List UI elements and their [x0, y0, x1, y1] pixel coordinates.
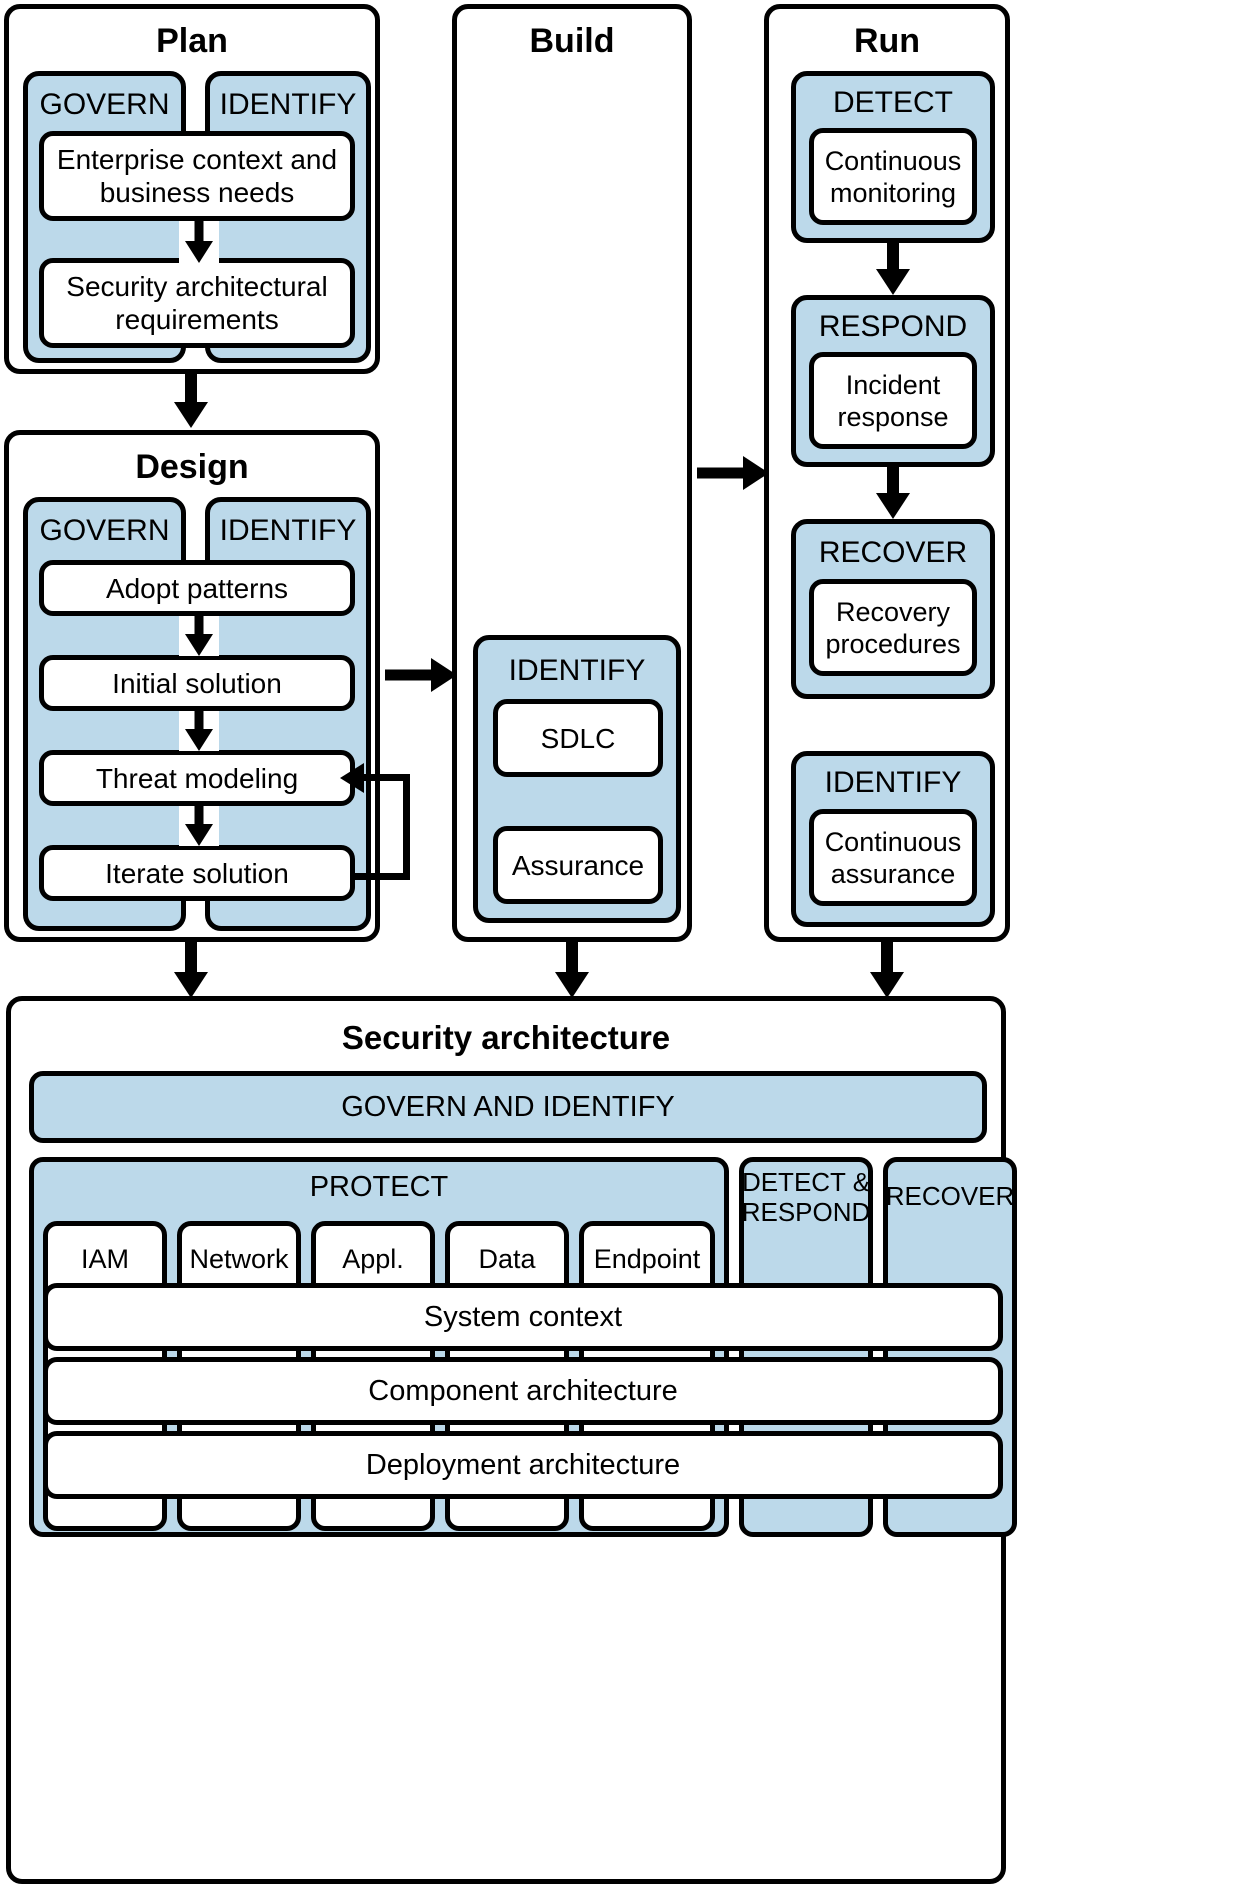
run-identify-item: Continuous assurance — [809, 809, 977, 906]
column-recover-label: RECOVER — [885, 1181, 1015, 1211]
design-feedback-loop — [340, 763, 410, 880]
phase-plan: Plan GOVERN IDENTIFY Enterprise context … — [4, 4, 380, 374]
security-architecture-panel: Security architecture GOVERN AND IDENTIF… — [6, 996, 1017, 1884]
phase-run: Run DETECT Continuous monitoring RESPOND… — [764, 4, 1010, 942]
design-govern-label: GOVERN — [39, 514, 170, 547]
arrow-design-to-architecture — [170, 942, 212, 998]
arrow-design-to-build — [385, 657, 457, 693]
phase-design-title: Design — [135, 448, 249, 486]
column-protect-label: PROTECT — [309, 1171, 449, 1203]
run-detect-item: Continuous monitoring — [809, 128, 977, 225]
pillar-network-label: Network — [189, 1244, 289, 1274]
run-detect-label: DETECT — [833, 86, 953, 119]
govern-and-identify-band: GOVERN AND IDENTIFY — [29, 1071, 987, 1143]
run-respond-label: RESPOND — [818, 310, 968, 343]
column-detect-respond-label: DETECT & RESPOND — [741, 1167, 871, 1227]
arrow-build-to-architecture — [551, 942, 593, 998]
design-step-arrow-2 — [179, 711, 219, 751]
design-step-1: Adopt patterns — [39, 560, 355, 616]
phase-build: Build IDENTIFY SDLC Assurance — [452, 4, 692, 942]
phase-design: Design GOVERN IDENTIFY Adopt patterns In… — [4, 430, 380, 942]
security-architecture-title: Security architecture — [341, 1019, 671, 1056]
design-step-3: Threat modeling — [39, 750, 355, 806]
pillar-endpoint-label: Endpoint — [593, 1244, 701, 1274]
design-step-arrow-1 — [179, 616, 219, 656]
design-identify-label: IDENTIFY — [219, 514, 357, 547]
plan-step-2: Security architectural requirements — [39, 258, 355, 348]
plan-govern-label: GOVERN — [39, 88, 170, 121]
layer-deployment-architecture: Deployment architecture — [43, 1431, 1003, 1499]
phase-plan-title: Plan — [156, 22, 228, 60]
arrow-run-to-architecture — [866, 942, 908, 998]
arrow-plan-to-design — [170, 374, 212, 428]
arrow-build-to-run — [697, 455, 769, 491]
design-step-4: Iterate solution — [39, 845, 355, 901]
run-recover-item: Recovery procedures — [809, 579, 977, 676]
phase-run-title: Run — [853, 22, 921, 60]
arrow-respond-to-recover — [872, 467, 914, 519]
design-step-2: Initial solution — [39, 655, 355, 711]
build-item-sdlc: SDLC — [493, 699, 663, 777]
run-recover-label: RECOVER — [818, 536, 968, 569]
run-respond-item: Incident response — [809, 352, 977, 449]
plan-step-arrow — [179, 221, 219, 263]
plan-identify-label: IDENTIFY — [219, 88, 357, 121]
layer-system-context: System context — [43, 1283, 1003, 1351]
phase-build-title: Build — [529, 22, 615, 60]
layer-component-architecture: Component architecture — [43, 1357, 1003, 1425]
diagram-root: Plan GOVERN IDENTIFY Enterprise context … — [0, 0, 1234, 1893]
run-identify-label: IDENTIFY — [824, 766, 962, 799]
pillar-iam-label: IAM — [80, 1244, 129, 1274]
pillar-data-label: Data — [478, 1244, 536, 1274]
arrow-detect-to-respond — [872, 243, 914, 295]
build-identify-label: IDENTIFY — [508, 654, 646, 687]
design-step-arrow-3 — [179, 806, 219, 846]
pillar-appl-label: Appl. — [342, 1244, 404, 1274]
plan-step-1: Enterprise context and business needs — [39, 131, 355, 221]
build-item-assurance: Assurance — [493, 826, 663, 904]
